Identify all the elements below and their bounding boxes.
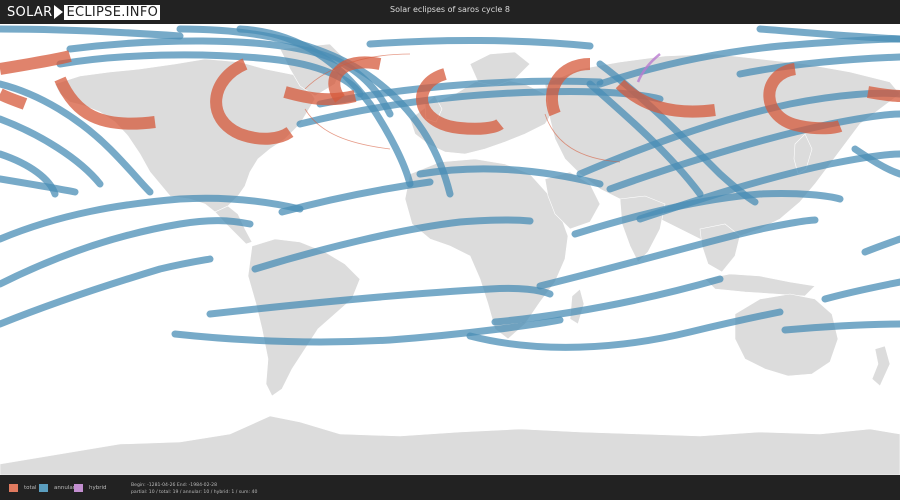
top-bar: SOLAR ECLIPSE.INFO Solar eclipses of sar… xyxy=(0,0,900,24)
land-southeast-asia xyxy=(699,223,741,273)
legend-label-annular: annular xyxy=(54,485,75,491)
land-antarctica xyxy=(0,415,900,476)
annular-path-35 xyxy=(0,25,184,40)
legend-label-total: total xyxy=(24,485,37,491)
page-title: Solar eclipses of saros cycle 8 xyxy=(390,5,510,14)
legend-annular: annular xyxy=(39,484,75,492)
legend-swatch-annular xyxy=(39,484,48,492)
annular-path-2 xyxy=(0,217,254,288)
saros-date-range: Begin: -1281-04-26 End: -1984-02-28 xyxy=(131,483,217,488)
legend-hybrid: hybrid xyxy=(74,484,107,492)
land-new-zealand xyxy=(871,345,891,387)
annular-path-36 xyxy=(366,36,594,50)
land-madagascar xyxy=(569,288,585,325)
annular-path-18 xyxy=(0,175,79,196)
total-path-10 xyxy=(867,86,900,102)
legend-label-hybrid: hybrid xyxy=(89,485,107,491)
annular-path-32 xyxy=(756,25,900,43)
land-africa xyxy=(404,158,569,340)
legend-total: total xyxy=(9,484,37,492)
saros-eclipse-counts: partial: 10 / total: 19 / annular: 10 / … xyxy=(131,490,258,495)
eclipse-map-svg xyxy=(0,25,900,476)
annular-path-14 xyxy=(861,235,900,256)
total-path-1 xyxy=(0,88,28,110)
bottom-bar: total annular hybrid Begin: -1281-04-26 … xyxy=(0,475,900,500)
legend-swatch-total xyxy=(9,484,18,492)
land-australia xyxy=(734,293,839,377)
annular-path-13 xyxy=(821,278,900,303)
legend-swatch-hybrid xyxy=(74,484,83,492)
world-map[interactable] xyxy=(0,24,900,476)
saros-info: Begin: -1281-04-26 End: -1984-02-28 part… xyxy=(131,482,257,496)
